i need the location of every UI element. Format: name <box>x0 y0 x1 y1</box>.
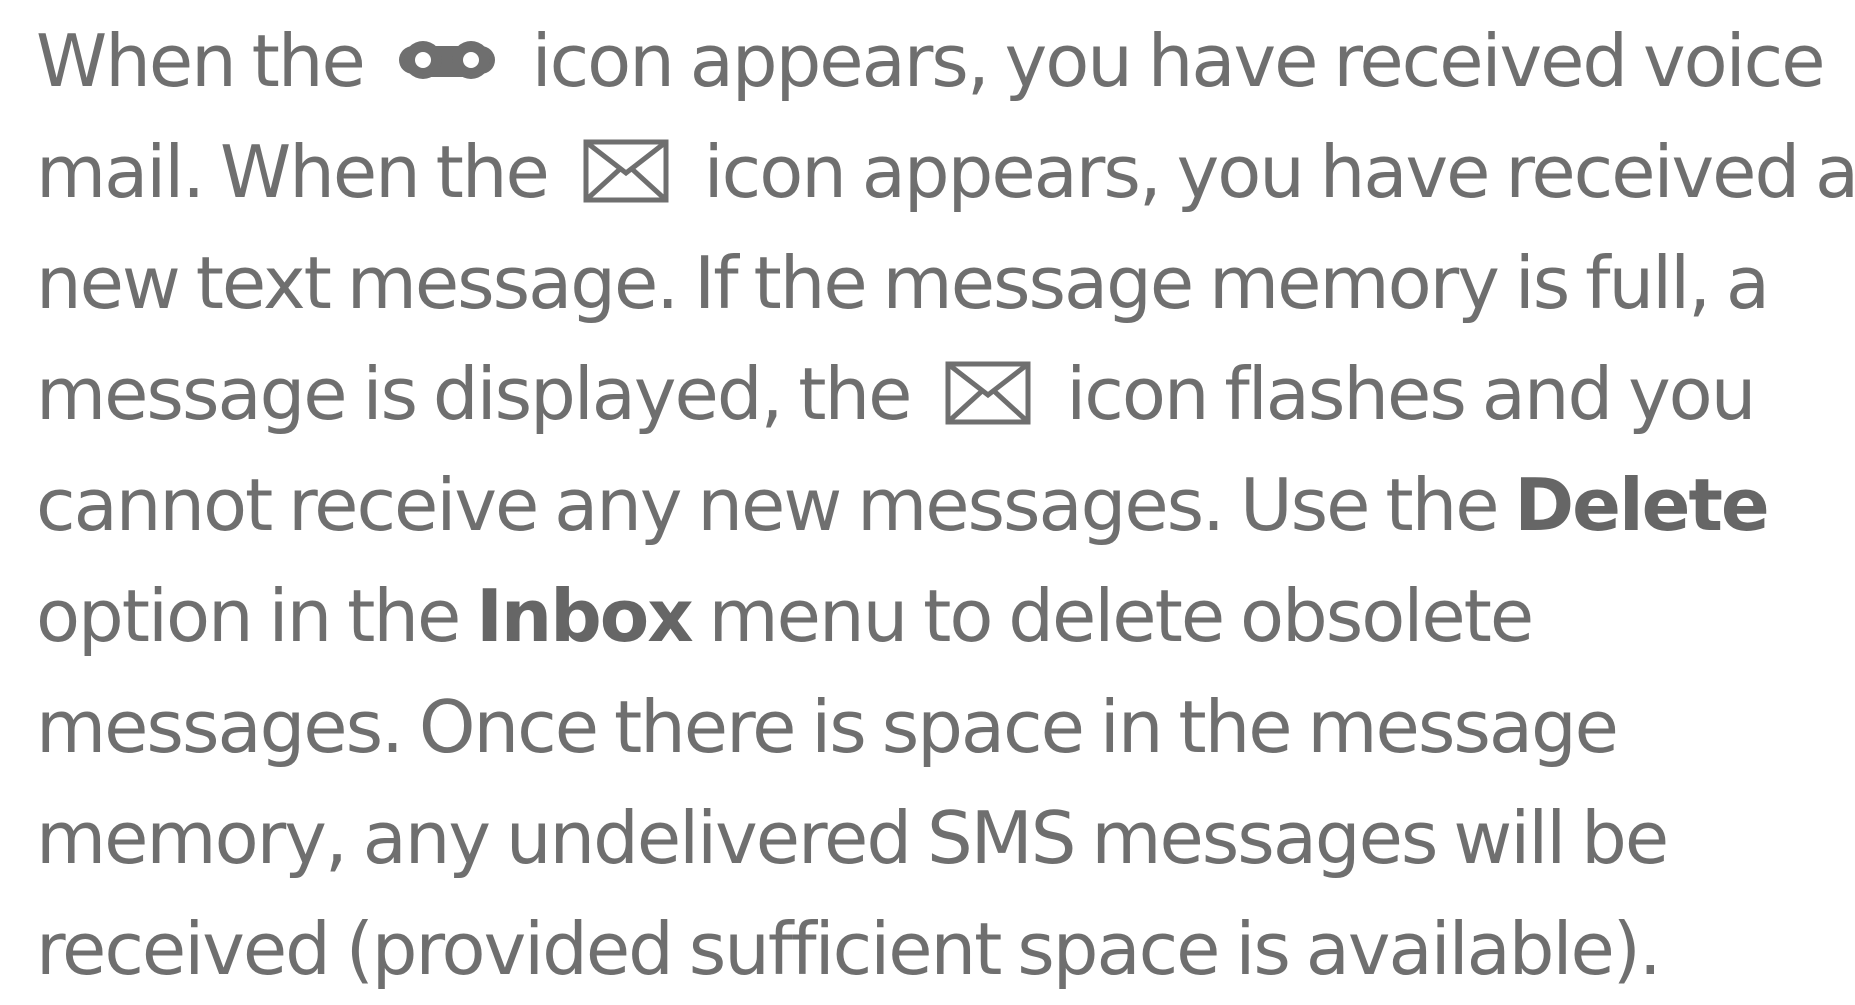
text-fragment: option in the <box>36 574 461 658</box>
text-fragment: mail. When the <box>36 130 550 214</box>
text-line: message is displayed, the icon flashes a… <box>36 339 1855 450</box>
text-fragment: received (provided sufficient space is a… <box>36 907 1662 991</box>
text-fragment: cannot receive any new messages. Use the <box>36 463 1500 547</box>
text-fragment: icon appears, you have received voice <box>531 19 1826 103</box>
text-line: memory, any undelivered SMS messages wil… <box>36 783 1855 894</box>
inbox-menu-label: Inbox <box>476 574 693 658</box>
text-fragment: icon flashes and you <box>1066 352 1756 436</box>
text-fragment: new text message. If the message memory … <box>36 241 1770 325</box>
text-fragment: menu to delete obsolete <box>708 574 1535 658</box>
voicemail-icon <box>393 38 501 82</box>
text-line: cannot receive any new messages. Use the… <box>36 450 1855 561</box>
text-line: When the icon appears, you have received… <box>36 6 1855 117</box>
envelope-icon <box>945 361 1031 425</box>
text-fragment: When the <box>36 19 366 103</box>
text-fragment: messages. Once there is space in the mes… <box>36 685 1619 769</box>
envelope-icon <box>583 139 669 203</box>
text-line: mail. When the icon appears, you have re… <box>36 117 1855 228</box>
text-line: received (provided sufficient space is a… <box>36 894 1855 1005</box>
text-line: option in the Inbox menu to delete obsol… <box>36 561 1855 672</box>
document-paragraph: When the icon appears, you have received… <box>36 6 1855 1005</box>
text-line: new text message. If the message memory … <box>36 228 1855 339</box>
text-line: messages. Once there is space in the mes… <box>36 672 1855 783</box>
text-fragment: memory, any undelivered SMS messages wil… <box>36 796 1669 880</box>
delete-option-label: Delete <box>1514 463 1769 547</box>
text-fragment: message is displayed, the <box>36 352 912 436</box>
text-fragment: icon appears, you have received a <box>703 130 1855 214</box>
